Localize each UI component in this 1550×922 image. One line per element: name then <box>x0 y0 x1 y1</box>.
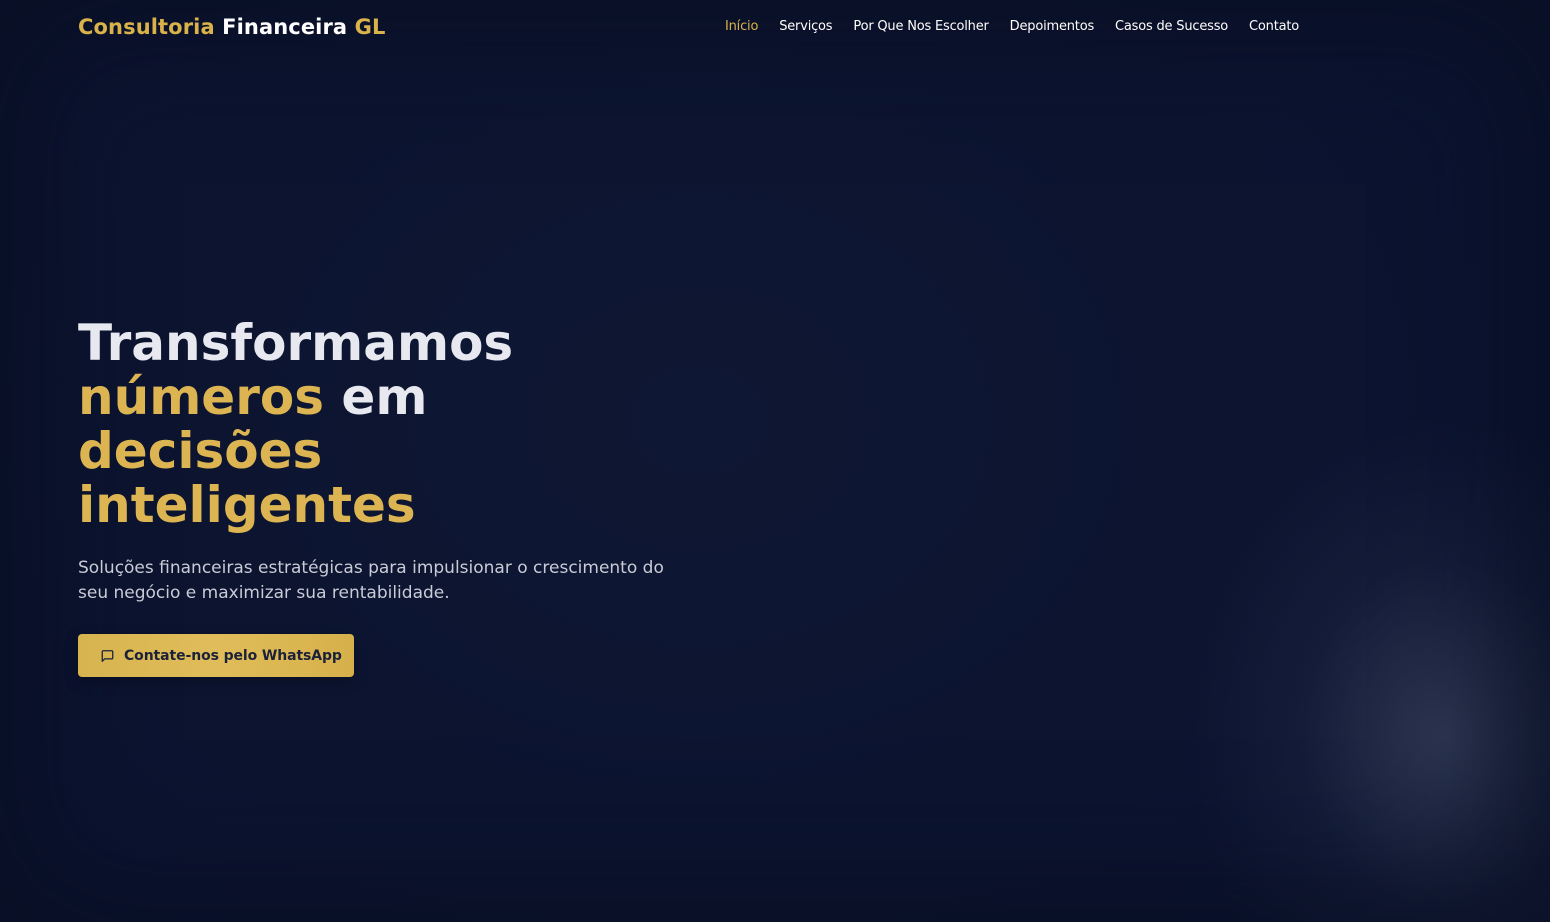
whatsapp-contact-button[interactable]: Contate-nos pelo WhatsApp <box>78 634 354 677</box>
nav-link-inicio[interactable]: Início <box>725 19 758 34</box>
hero-section: Transformamos números em decisões inteli… <box>78 316 698 606</box>
hero-headline: Transformamos números em decisões inteli… <box>78 316 698 532</box>
nav-link-por-que-nos-escolher[interactable]: Por Que Nos Escolher <box>853 19 988 34</box>
site-header: Consultoria Financeira GL Início Serviço… <box>0 0 1550 58</box>
site-logo[interactable]: Consultoria Financeira GL <box>78 15 385 39</box>
whatsapp-button-label: Contate-nos pelo WhatsApp <box>124 647 342 664</box>
nav-link-contato[interactable]: Contato <box>1249 19 1299 34</box>
main-nav: Início Serviços Por Que Nos Escolher Dep… <box>725 19 1299 34</box>
logo-word-gl: GL <box>354 15 386 39</box>
nav-link-depoimentos[interactable]: Depoimentos <box>1010 19 1095 34</box>
hero-subtitle: Soluções financeiras estratégicas para i… <box>78 558 664 603</box>
headline-line-2: números em <box>78 370 698 424</box>
headline-word-numeros: números <box>78 368 324 426</box>
logo-word-financeira: Financeira <box>222 15 348 39</box>
logo-word-consultoria: Consultoria <box>78 15 215 39</box>
nav-link-casos-de-sucesso[interactable]: Casos de Sucesso <box>1115 19 1228 34</box>
headline-word-em: em <box>341 368 428 426</box>
headline-line-4: inteligentes <box>78 476 416 534</box>
headline-line-3: decisões <box>78 422 323 480</box>
nav-link-servicos[interactable]: Serviços <box>779 19 832 34</box>
headline-line-1: Transformamos <box>78 314 514 372</box>
message-square-icon <box>100 649 115 663</box>
